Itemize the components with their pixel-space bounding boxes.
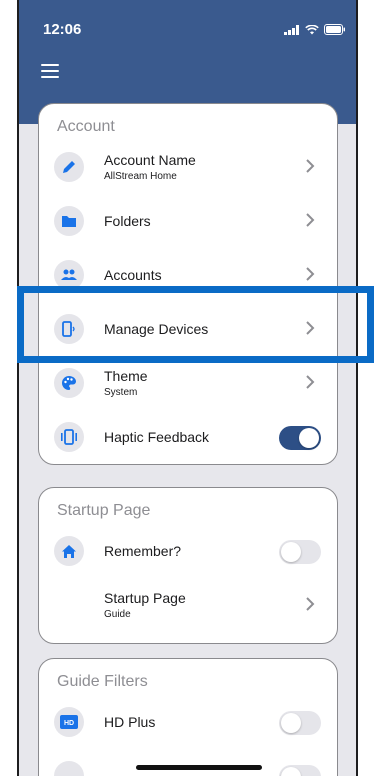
device-frame-left [17, 0, 19, 776]
pencil-icon [54, 152, 84, 182]
theme-row[interactable]: Theme System [39, 356, 337, 410]
folders-label: Folders [104, 213, 151, 229]
vibration-icon [54, 422, 84, 452]
home-icon [54, 536, 84, 566]
startup-page-label: Startup Page [104, 590, 186, 606]
guide-filter-row-partial [39, 749, 337, 776]
hd-plus-row: HD HD Plus [39, 695, 337, 749]
hamburger-menu-icon[interactable] [41, 64, 59, 78]
startup-page-title: Startup Page [57, 502, 151, 519]
device-frame-right [356, 0, 358, 776]
filter-icon [54, 761, 84, 776]
hd-plus-label: HD Plus [104, 714, 156, 730]
startup-page-row[interactable]: Startup Page Guide [39, 578, 337, 632]
startup-page-value: Guide [104, 609, 131, 620]
home-indicator [136, 765, 262, 770]
battery-icon [324, 24, 345, 35]
remember-row: Remember? [39, 524, 337, 578]
chevron-right-icon [306, 375, 315, 389]
guide-filter-toggle[interactable] [279, 765, 321, 776]
account-card: Account Account Name AllStream Home Fold… [38, 103, 338, 465]
theme-value: System [104, 387, 138, 398]
svg-text:HD: HD [64, 720, 74, 727]
manage-devices-highlight-box [17, 286, 374, 363]
status-bar: 12:06 [17, 0, 358, 44]
chevron-right-icon [306, 597, 315, 611]
hd-icon: HD [54, 707, 84, 737]
account-name-row[interactable]: Account Name AllStream Home [39, 140, 337, 194]
folders-row[interactable]: Folders [39, 194, 337, 248]
palette-icon [54, 368, 84, 398]
haptic-feedback-toggle[interactable] [279, 426, 321, 450]
chevron-right-icon [306, 213, 315, 227]
remember-toggle[interactable] [279, 540, 321, 564]
wifi-icon [305, 24, 319, 34]
guide-filters-title: Guide Filters [57, 673, 148, 690]
haptic-feedback-label: Haptic Feedback [104, 429, 210, 445]
haptic-feedback-row: Haptic Feedback [39, 410, 337, 464]
account-title: Account [57, 118, 115, 135]
chevron-right-icon [306, 159, 315, 173]
status-time: 12:06 [43, 21, 82, 38]
account-name-value: AllStream Home [104, 171, 177, 182]
folder-icon [54, 206, 84, 236]
signal-icon [284, 24, 299, 35]
chevron-right-icon [306, 267, 315, 281]
accounts-label: Accounts [104, 267, 162, 283]
remember-label: Remember? [104, 543, 182, 559]
theme-label: Theme [104, 368, 148, 384]
guide-filters-card: Guide Filters HD HD Plus [38, 658, 338, 776]
account-name-label: Account Name [104, 152, 196, 168]
app-screen: 12:06 Account Account Name AllStream Hom… [17, 0, 358, 776]
status-icons [284, 24, 346, 35]
startup-page-card: Startup Page Remember? Startup Page Guid… [38, 487, 338, 644]
hd-plus-toggle[interactable] [279, 711, 321, 735]
